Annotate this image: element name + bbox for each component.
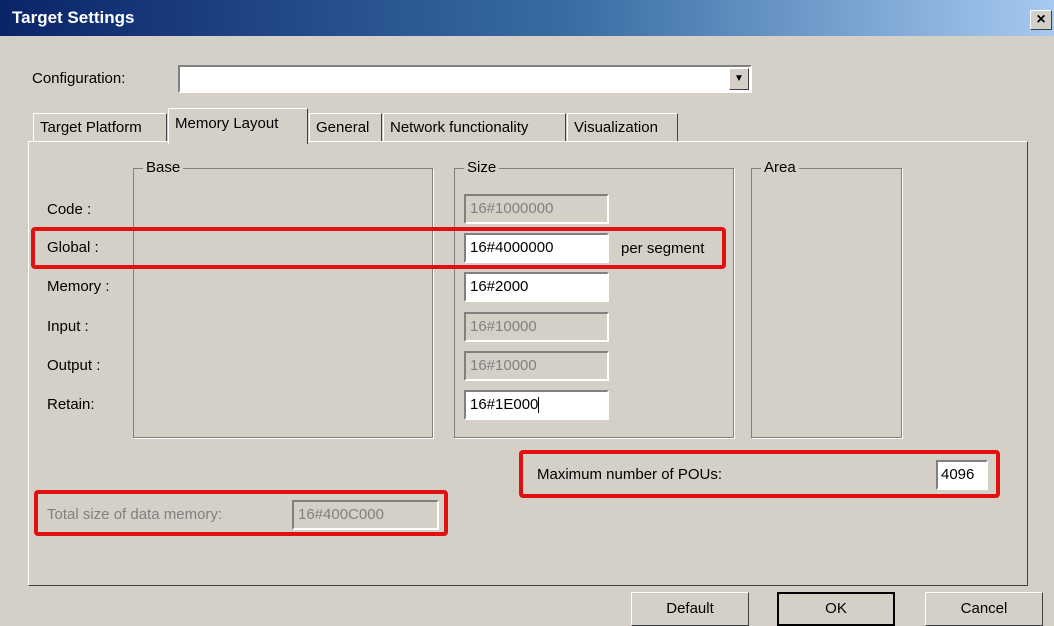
tab-visualization[interactable]: Visualization (567, 113, 678, 141)
input-size-field: 16#10000 (464, 312, 609, 342)
close-icon: × (1036, 11, 1046, 28)
area-group (751, 168, 902, 438)
ok-button-label: OK (825, 600, 847, 617)
code-size-value: 16#1000000 (470, 200, 554, 217)
code-label: Code : (47, 201, 92, 218)
tab-label: General (316, 119, 370, 136)
output-size-value: 16#10000 (470, 357, 537, 374)
tab-network-functionality[interactable]: Network functionality (383, 113, 566, 141)
retain-label: Retain: (47, 396, 95, 413)
code-size-field: 16#1000000 (464, 194, 609, 224)
total-size-highlight-box (34, 490, 448, 536)
tab-target-platform[interactable]: Target Platform (33, 113, 167, 141)
memory-size-field[interactable]: 16#2000 (464, 272, 609, 302)
size-group-title: Size (464, 159, 500, 176)
tab-memory-layout[interactable]: Memory Layout (168, 108, 308, 144)
default-button[interactable]: Default (631, 592, 749, 626)
retain-size-field[interactable]: 16#1E000 (464, 390, 609, 420)
configuration-select[interactable]: ▼ (178, 65, 752, 93)
configuration-label: Configuration: (32, 70, 126, 87)
output-label: Output : (47, 357, 101, 374)
memory-size-value: 16#2000 (470, 278, 529, 295)
base-group-title: Base (143, 159, 184, 176)
tab-label: Visualization (574, 119, 658, 136)
text-cursor (538, 397, 540, 414)
tab-label: Target Platform (40, 119, 142, 136)
tab-label: Memory Layout (175, 115, 279, 132)
close-button[interactable]: × (1030, 10, 1052, 30)
retain-size-value: 16#1E000 (470, 396, 539, 413)
output-size-field: 16#10000 (464, 351, 609, 381)
dropdown-arrow-icon[interactable]: ▼ (729, 68, 749, 90)
global-highlight-box (31, 227, 726, 269)
input-size-value: 16#10000 (470, 318, 537, 335)
default-button-label: Default (666, 600, 714, 617)
max-pous-highlight-box (519, 450, 1000, 498)
title-bar: Target Settings × (0, 0, 1054, 36)
input-label: Input : (47, 318, 89, 335)
base-group (133, 168, 433, 438)
cancel-button[interactable]: Cancel (925, 592, 1043, 626)
area-group-title: Area (761, 159, 799, 176)
ok-button[interactable]: OK (777, 592, 895, 626)
memory-label: Memory : (47, 278, 110, 295)
tab-label: Network functionality (390, 119, 529, 136)
window-title: Target Settings (12, 8, 135, 27)
cancel-button-label: Cancel (960, 600, 1008, 617)
tab-general[interactable]: General (309, 113, 382, 141)
